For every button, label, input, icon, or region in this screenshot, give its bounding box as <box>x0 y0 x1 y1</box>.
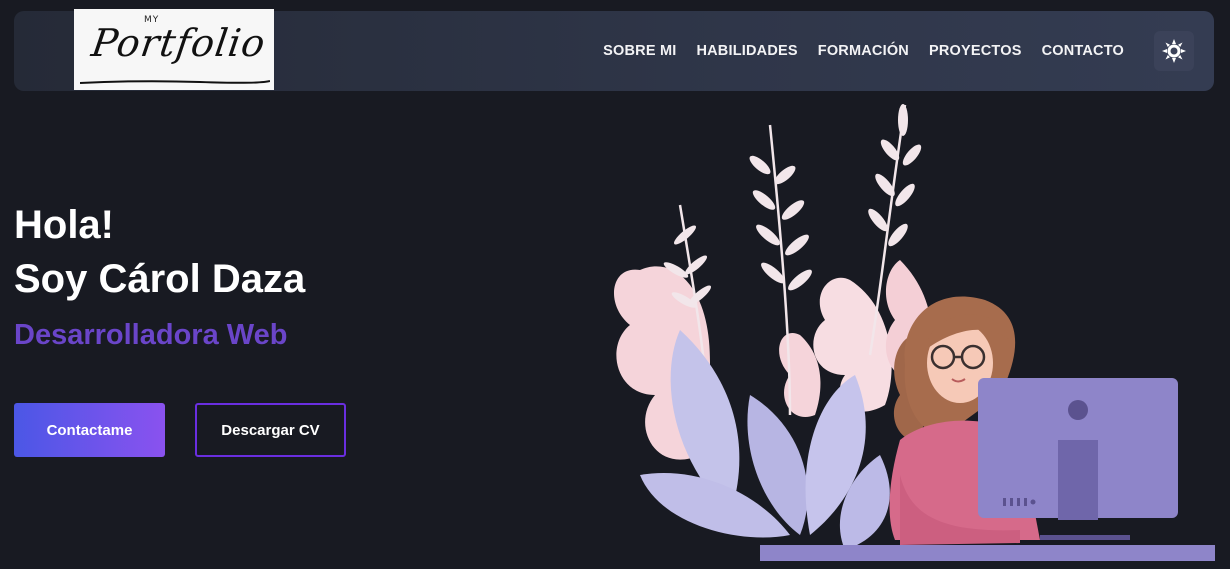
hero-greeting: Hola! <box>14 203 114 247</box>
nav-sobre-mi[interactable]: SOBRE MI <box>603 43 676 59</box>
nav-habilidades[interactable]: HABILIDADES <box>696 43 797 59</box>
navbar: MY Portfolio SOBRE MI HABILIDADES FORMAC… <box>14 9 1214 91</box>
hero-illustration <box>613 104 1215 561</box>
portfolio-logo[interactable]: MY Portfolio <box>74 9 274 90</box>
main-nav: SOBRE MI HABILIDADES FORMACIÓN PROYECTOS… <box>603 11 1124 91</box>
contact-button[interactable]: Contactame <box>14 403 165 457</box>
theme-toggle-button[interactable] <box>1154 31 1194 71</box>
nav-proyectos[interactable]: PROYECTOS <box>929 43 1022 59</box>
hero-section: Hola! Soy Cárol Daza Desarrolladora Web … <box>14 200 574 457</box>
sun-icon <box>1162 39 1186 63</box>
hero-role: Desarrolladora Web <box>14 319 288 351</box>
hero-name: Soy Cárol Daza <box>14 257 306 301</box>
download-cv-button[interactable]: Descargar CV <box>195 403 346 457</box>
nav-contacto[interactable]: CONTACTO <box>1042 43 1124 59</box>
logo-portfolio-text: Portfolio <box>88 21 269 65</box>
nav-formacion[interactable]: FORMACIÓN <box>818 43 909 59</box>
logo-brush-stroke <box>80 80 270 84</box>
hero-buttons: Contactame Descargar CV <box>14 403 346 457</box>
